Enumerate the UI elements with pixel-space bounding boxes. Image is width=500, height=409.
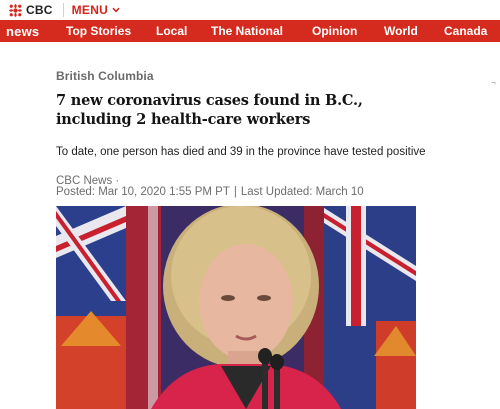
nav-item-the-national[interactable]: The National	[211, 20, 283, 42]
top-utility-bar: CBC MENU	[0, 0, 500, 20]
news-brand-link[interactable]: news	[6, 24, 39, 39]
cbc-logo-link[interactable]: CBC	[9, 0, 53, 20]
nav-item-opinion[interactable]: Opinion	[312, 20, 357, 42]
dateline: Posted: Mar 10, 2020 1:55 PM PT | Last Upd…	[56, 186, 364, 198]
topbar-divider	[62, 3, 64, 17]
hero-photo-illustration	[56, 206, 416, 409]
cbc-gem-icon	[9, 3, 22, 17]
nav-item-top-stories[interactable]: Top Stories	[66, 20, 131, 42]
updated-date: Last Updated: March 10	[240, 186, 364, 198]
cbc-logo-text: CBC	[26, 3, 53, 17]
menu-label: MENU	[71, 3, 109, 17]
nav-item-local[interactable]: Local	[156, 20, 187, 42]
nav-item-world[interactable]: World	[384, 20, 418, 42]
chevron-down-icon	[112, 7, 120, 13]
date-separator: |	[233, 186, 237, 198]
section-nav-bar: news Top Stories Local The National Opin…	[0, 20, 500, 42]
section-label[interactable]: British Columbia	[56, 69, 154, 83]
article-headline: 7 new coronavirus cases found in B.C., i…	[56, 92, 363, 128]
menu-button[interactable]: MENU	[72, 3, 121, 17]
side-mark: ¬	[491, 78, 496, 87]
posted-date: Posted: Mar 10, 2020 1:55 PM PT	[56, 186, 230, 198]
nav-item-canada[interactable]: Canada	[444, 20, 487, 42]
article-hero-photo[interactable]	[56, 206, 416, 409]
article-deck: To date, one person has died and 39 in t…	[56, 146, 426, 158]
